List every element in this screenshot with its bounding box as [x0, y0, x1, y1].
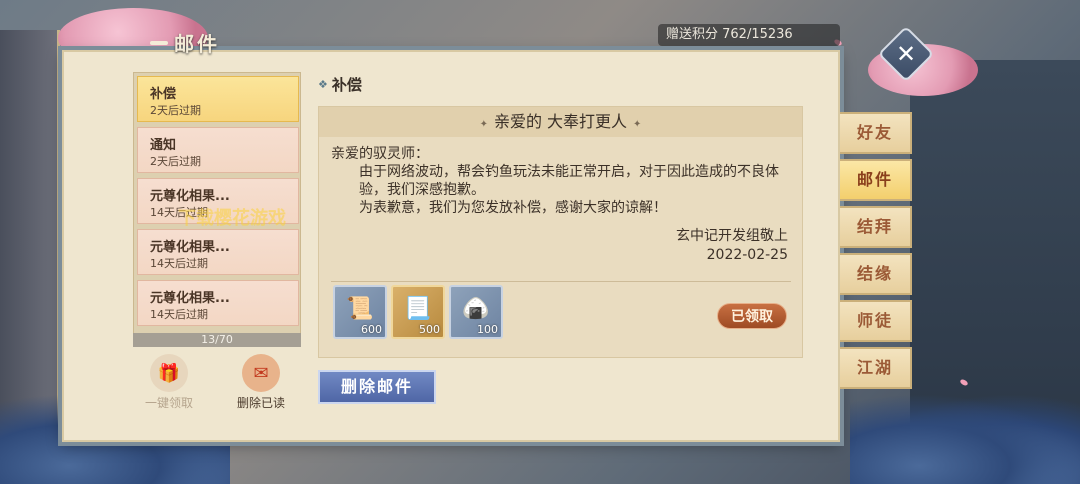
delete-letter-icon: ✉ [242, 354, 280, 392]
mail-list-item[interactable]: 元尊化相果... 14天后过期 [137, 229, 299, 275]
watermark-text: 下载樱花游戏 [178, 208, 286, 229]
letter-date: 2022-02-25 [706, 247, 788, 263]
cloud-decoration-right [850, 394, 1080, 484]
letter-divider [331, 281, 791, 282]
tab-bond[interactable]: 结缘 [840, 253, 912, 295]
tab-friends[interactable]: 好友 [840, 112, 912, 154]
star-icon: ✦ [479, 119, 488, 130]
mail-item-name: 元尊化相果... [150, 291, 230, 306]
reward-count: 500 [419, 323, 440, 336]
zongzi-icon: 🍙 [462, 296, 490, 322]
letter-body: 亲爱的驭灵师： 由于网络波动，帮会钓鱼玩法未能正常开启，对于因此造成的不良体验，… [331, 145, 791, 217]
gift-points-counter: 赠送积分 762/15236 [658, 24, 840, 46]
tab-sworn[interactable]: 结拜 [840, 206, 912, 248]
claim-all-button[interactable]: 🎁 一键领取 [134, 354, 204, 411]
reward-item[interactable]: 📃 500 [391, 285, 445, 339]
mail-item-expire: 14天后过期 [150, 308, 208, 321]
mail-detail-header: ❖ 补偿 [318, 74, 362, 95]
mail-item-name: 通知 [150, 138, 177, 153]
mail-item-name: 补偿 [150, 87, 177, 102]
tab-mentor[interactable]: 师徒 [840, 300, 912, 342]
star-icon: ✦ [633, 119, 642, 130]
letter-title-bar: ✦ 亲爱的 大奉打更人 ✦ [319, 107, 802, 137]
claim-all-label: 一键领取 [144, 396, 193, 410]
scroll-blue-icon: 📜 [346, 296, 374, 322]
reward-count: 100 [477, 323, 498, 336]
letter-title: 亲爱的 大奉打更人 [493, 112, 628, 131]
mail-list-item[interactable]: 通知 2天后过期 [137, 127, 299, 173]
mail-detail-header-text: 补偿 [331, 76, 362, 94]
reward-count: 600 [361, 323, 382, 336]
mail-item-expire: 2天后过期 [150, 155, 201, 168]
gift-icon: 🎁 [150, 354, 188, 392]
window-title-bar: 邮件 [150, 28, 220, 57]
mail-item-expire: 2天后过期 [150, 104, 201, 117]
scroll-gold-icon: 📃 [404, 296, 432, 322]
mail-item-name: 元尊化相果... [150, 189, 230, 204]
tab-mail[interactable]: 邮件 [840, 159, 912, 201]
delete-read-label: 删除已读 [236, 396, 285, 410]
window-title: 邮件 [174, 32, 220, 56]
mail-item-expire: 14天后过期 [150, 257, 208, 270]
mail-list-item[interactable]: 补偿 2天后过期 [137, 76, 299, 122]
mail-list-pager: 13/70 [133, 333, 301, 347]
mail-item-name: 元尊化相果... [150, 240, 230, 255]
delete-mail-button[interactable]: 删除邮件 [318, 370, 436, 404]
close-icon: ✕ [895, 40, 917, 68]
tab-jianghu[interactable]: 江湖 [840, 347, 912, 389]
diamond-icon: ❖ [318, 78, 328, 91]
letter-paragraph: 由于网络波动，帮会钓鱼玩法未能正常开启，对于因此造成的不良体验，我们深感抱歉。 [359, 164, 779, 198]
background-panel-right [910, 60, 1080, 440]
title-decoration [150, 40, 168, 45]
mail-letter: ✦ 亲爱的 大奉打更人 ✦ 亲爱的驭灵师： 由于网络波动，帮会钓鱼玩法未能正常开启，… [318, 106, 803, 358]
reward-item[interactable]: 📜 600 [333, 285, 387, 339]
background-book-left [0, 30, 60, 450]
delete-read-button[interactable]: ✉ 删除已读 [226, 354, 296, 411]
mail-list: 补偿 2天后过期 通知 2天后过期 元尊化相果... 14天后过期 元尊化相果.… [133, 72, 301, 334]
letter-greeting: 亲爱的驭灵师： [331, 146, 429, 162]
letter-signature: 玄中记开发组敬上 [676, 228, 788, 244]
letter-paragraph: 为表歉意，我们为您发放补偿，感谢大家的谅解！ [359, 200, 667, 216]
reward-item[interactable]: 🍙 100 [449, 285, 503, 339]
mail-list-item[interactable]: 元尊化相果... 14天后过期 [137, 280, 299, 326]
claimed-badge: 已领取 [717, 303, 787, 329]
